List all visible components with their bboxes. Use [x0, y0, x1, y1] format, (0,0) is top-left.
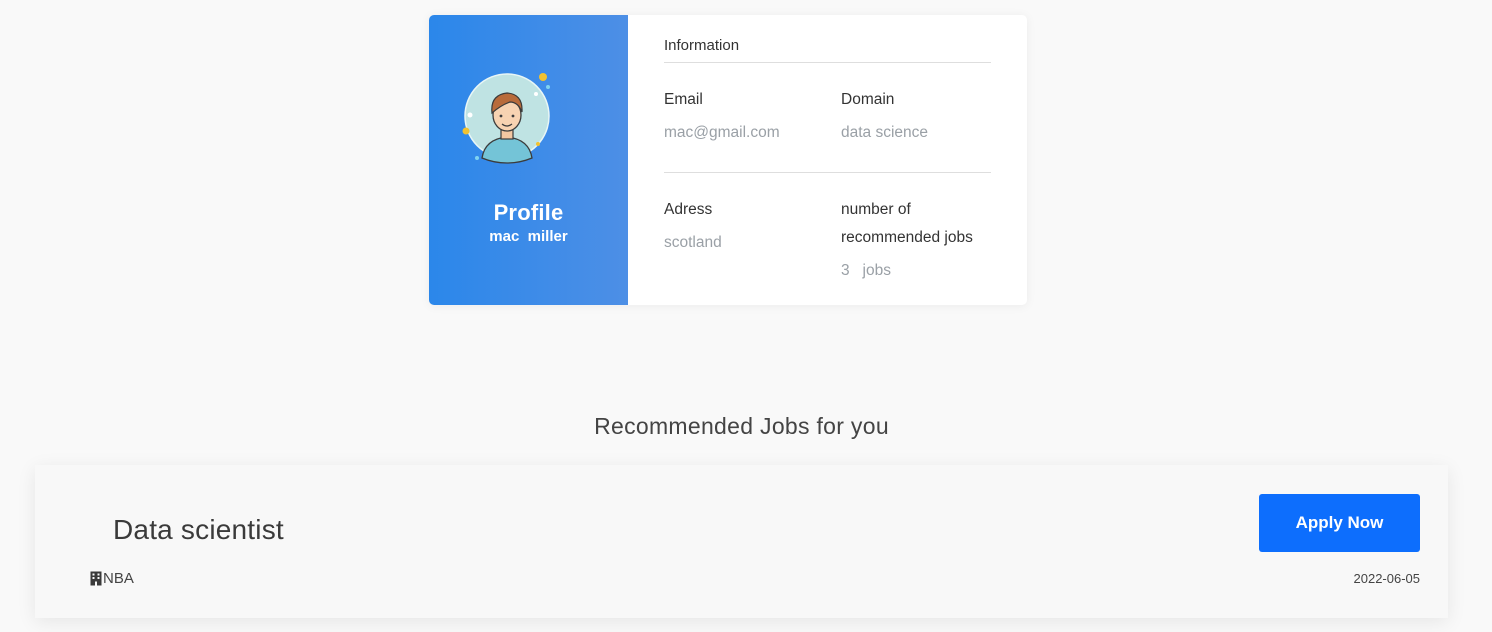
profile-card: Profile mac miller Information Email mac… [429, 15, 1027, 305]
jobs-count-label: number of recommended jobs [841, 201, 973, 246]
information-panel: Information Email mac@gmail.com Domain d… [628, 15, 1027, 305]
email-value: mac@gmail.com [664, 124, 780, 141]
domain-value: data science [841, 124, 929, 141]
profile-panel: Profile mac miller [429, 15, 628, 305]
apply-now-button[interactable]: Apply Now [1259, 494, 1420, 552]
company-name: NBA [103, 570, 134, 587]
job-company: NBA [90, 570, 134, 587]
address-label: Adress [664, 201, 713, 218]
address-value: scotland [664, 234, 722, 251]
email-label: Email [664, 91, 703, 108]
domain-label: Domain [841, 91, 895, 108]
job-title: Data scientist [113, 514, 284, 545]
user-avatar-icon [462, 73, 550, 164]
divider [664, 62, 991, 63]
jobs-count-value: 3 jobs [841, 262, 891, 279]
recommended-jobs-heading: Recommended Jobs for you [594, 413, 889, 439]
job-posted-date: 2022-06-05 [1353, 571, 1421, 586]
profile-title: Profile [493, 200, 564, 225]
job-card: Data scientist NBA Apply Now 2022-06-05 [35, 465, 1448, 618]
building-icon [90, 571, 102, 586]
divider [664, 172, 991, 173]
profile-name: mac miller [489, 228, 568, 245]
information-heading: Information [664, 37, 740, 54]
